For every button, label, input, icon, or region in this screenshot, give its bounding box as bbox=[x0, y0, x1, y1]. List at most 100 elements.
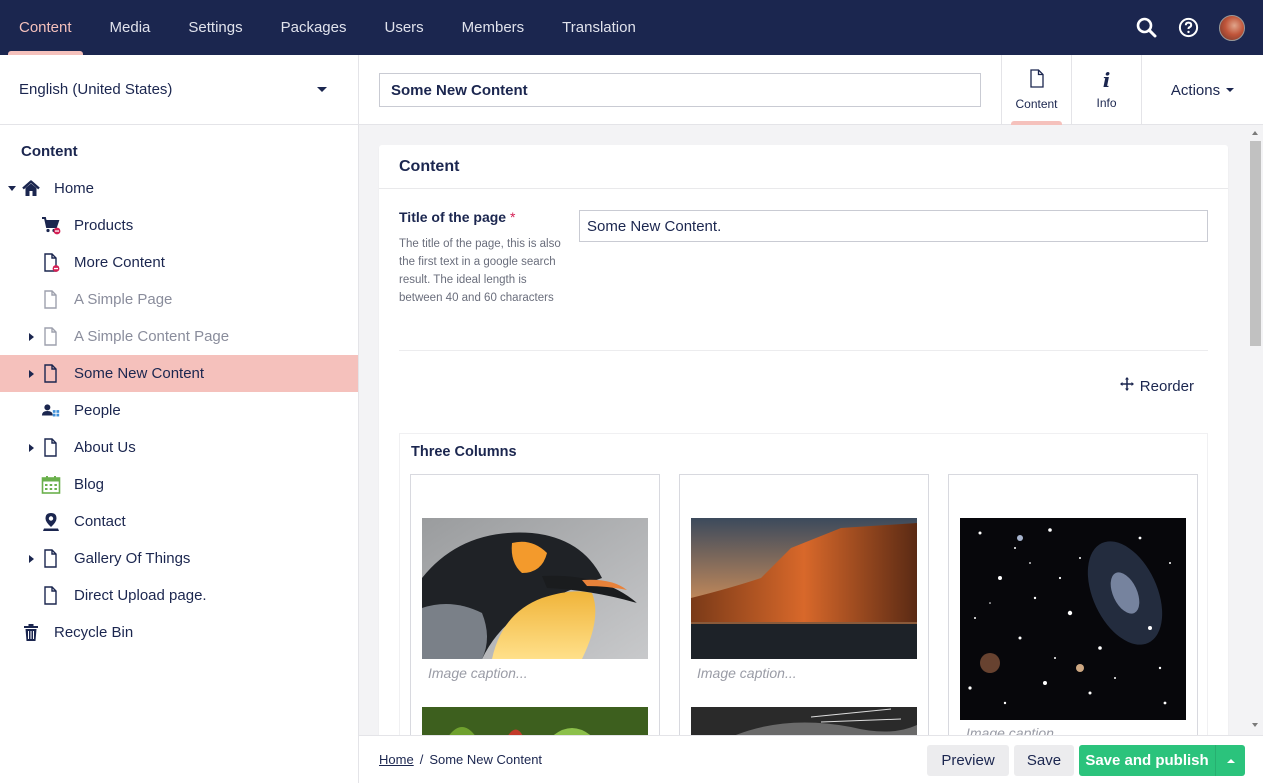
caret-collapsed-icon[interactable] bbox=[29, 554, 34, 563]
breadcrumb-current: Some New Content bbox=[429, 752, 543, 767]
help-icon[interactable] bbox=[1177, 17, 1199, 39]
penguin-image[interactable] bbox=[422, 518, 648, 659]
document-icon bbox=[41, 437, 61, 458]
tree-item-more-content[interactable]: More Content bbox=[0, 244, 358, 281]
tab-info[interactable]: i Info bbox=[1071, 55, 1141, 125]
tree-item-blog[interactable]: Blog bbox=[0, 466, 358, 503]
breadcrumb-home-link[interactable]: Home bbox=[379, 752, 414, 767]
map-pin-icon bbox=[41, 512, 61, 532]
tree-item-label: More Content bbox=[74, 254, 165, 271]
scroll-down-arrow[interactable] bbox=[1252, 723, 1258, 727]
user-avatar[interactable] bbox=[1219, 14, 1245, 41]
reorder-label: Reorder bbox=[1139, 377, 1194, 395]
animal-bw-image[interactable] bbox=[691, 707, 917, 735]
nav-content[interactable]: Content bbox=[0, 0, 91, 55]
content-name-input[interactable]: Some New Content bbox=[379, 73, 981, 107]
save-button[interactable]: Save bbox=[1014, 745, 1074, 776]
actions-menu-button[interactable]: Actions bbox=[1141, 55, 1263, 125]
nav-users[interactable]: Users bbox=[365, 0, 442, 55]
tree-item-a-simple-content-page[interactable]: A Simple Content Page bbox=[0, 318, 358, 355]
cliff-sunset-image[interactable] bbox=[691, 518, 917, 659]
caret-up-icon bbox=[1226, 758, 1235, 763]
tree-item-some-new-content[interactable]: Some New Content bbox=[0, 355, 358, 392]
tree-item-label: Direct Upload page. bbox=[74, 587, 207, 604]
plant-image[interactable] bbox=[422, 707, 648, 735]
vertical-scrollbar[interactable] bbox=[1248, 125, 1263, 735]
document-icon bbox=[41, 585, 61, 606]
caret-collapsed-icon[interactable] bbox=[29, 369, 34, 378]
breadcrumb: Home / Some New Content bbox=[379, 752, 542, 767]
property-label: Title of the page * bbox=[399, 209, 559, 225]
content-group-panel: Content Title of the page * The title of… bbox=[379, 145, 1228, 735]
top-navigation: Content Media Settings Packages Users Me… bbox=[0, 0, 1263, 55]
tree-item-products[interactable]: Products bbox=[0, 207, 358, 244]
top-right-tools bbox=[1135, 0, 1245, 55]
document-icon bbox=[41, 363, 61, 384]
block-title: Three Columns bbox=[411, 444, 517, 460]
caret-collapsed-icon[interactable] bbox=[29, 443, 34, 452]
page-title-input[interactable]: Some New Content. bbox=[579, 210, 1208, 242]
caret-down-icon bbox=[317, 87, 327, 92]
caret-expanded-icon[interactable] bbox=[8, 186, 16, 191]
property-label-text: Title of the page bbox=[399, 209, 507, 225]
scrollbar-thumb[interactable] bbox=[1250, 141, 1261, 346]
tree-item-label: People bbox=[74, 402, 121, 419]
tree-item-about-us[interactable]: About Us bbox=[0, 429, 358, 466]
editor-content-area: Content Title of the page * The title of… bbox=[359, 125, 1263, 735]
content-tree: Home Products More Content A Simple Page bbox=[0, 170, 358, 651]
tree-item-label: Recycle Bin bbox=[54, 624, 134, 641]
column-3: Image caption... bbox=[948, 474, 1198, 735]
galaxy-image[interactable] bbox=[960, 518, 1186, 720]
tree-item-label: A Simple Content Page bbox=[74, 328, 230, 345]
tab-content[interactable]: Content bbox=[1001, 55, 1071, 125]
image-caption-input[interactable]: Image caption... bbox=[428, 665, 528, 681]
nav-translation[interactable]: Translation bbox=[543, 0, 655, 55]
tree-item-label: Products bbox=[74, 217, 134, 234]
tree-item-label: Some New Content bbox=[74, 365, 205, 382]
trash-icon bbox=[21, 623, 41, 643]
tree-section-title: Content bbox=[21, 143, 78, 160]
tree-item-label: Contact bbox=[74, 513, 126, 530]
image-caption-input[interactable]: Image caption... bbox=[697, 665, 797, 681]
language-label: English (United States) bbox=[19, 81, 173, 98]
tree-item-direct-upload-page[interactable]: Direct Upload page. bbox=[0, 577, 358, 614]
required-marker: * bbox=[509, 209, 516, 225]
column-2: Image caption... bbox=[679, 474, 929, 735]
three-columns-block[interactable]: Three Columns Image caption... Image cap… bbox=[399, 433, 1208, 735]
tree-item-people[interactable]: People bbox=[0, 392, 358, 429]
document-icon bbox=[41, 326, 61, 347]
nav-settings[interactable]: Settings bbox=[169, 0, 261, 55]
caret-collapsed-icon[interactable] bbox=[29, 332, 34, 341]
publish-options-button[interactable] bbox=[1215, 745, 1245, 776]
tree-item-contact[interactable]: Contact bbox=[0, 503, 358, 540]
column-1: Image caption... bbox=[410, 474, 660, 735]
editor-footer: Home / Some New Content Preview Save Sav… bbox=[359, 735, 1263, 783]
people-icon bbox=[41, 401, 61, 421]
editor-header: Some New Content Content i Info Actions bbox=[359, 55, 1263, 125]
actions-label: Actions bbox=[1170, 81, 1221, 99]
document-icon bbox=[41, 548, 61, 569]
search-icon[interactable] bbox=[1135, 17, 1157, 39]
content-tree-panel: English (United States) Content Home Pro… bbox=[0, 55, 359, 783]
tree-item-label: Blog bbox=[74, 476, 105, 493]
language-selector[interactable]: English (United States) bbox=[0, 55, 358, 125]
tree-item-home[interactable]: Home bbox=[0, 170, 358, 207]
tree-item-recycle-bin[interactable]: Recycle Bin bbox=[0, 614, 358, 651]
preview-button[interactable]: Preview bbox=[927, 745, 1009, 776]
document-icon bbox=[41, 252, 61, 273]
nav-media[interactable]: Media bbox=[91, 0, 170, 55]
save-and-publish-button[interactable]: Save and publish bbox=[1079, 745, 1215, 776]
property-description: The title of the page, this is also the … bbox=[399, 238, 561, 304]
tree-item-label: Home bbox=[54, 180, 95, 197]
home-icon bbox=[21, 179, 41, 199]
tree-item-a-simple-page[interactable]: A Simple Page bbox=[0, 281, 358, 318]
reorder-button[interactable]: Reorder bbox=[1119, 377, 1194, 395]
move-icon bbox=[1119, 377, 1134, 395]
document-icon bbox=[41, 289, 61, 310]
scroll-up-arrow[interactable] bbox=[1252, 131, 1258, 135]
tree-item-gallery-of-things[interactable]: Gallery Of Things bbox=[0, 540, 358, 577]
image-caption-input[interactable]: Image caption... bbox=[966, 725, 1066, 735]
nav-packages[interactable]: Packages bbox=[262, 0, 366, 55]
nav-members[interactable]: Members bbox=[443, 0, 544, 55]
tab-label: Info bbox=[1096, 96, 1117, 110]
